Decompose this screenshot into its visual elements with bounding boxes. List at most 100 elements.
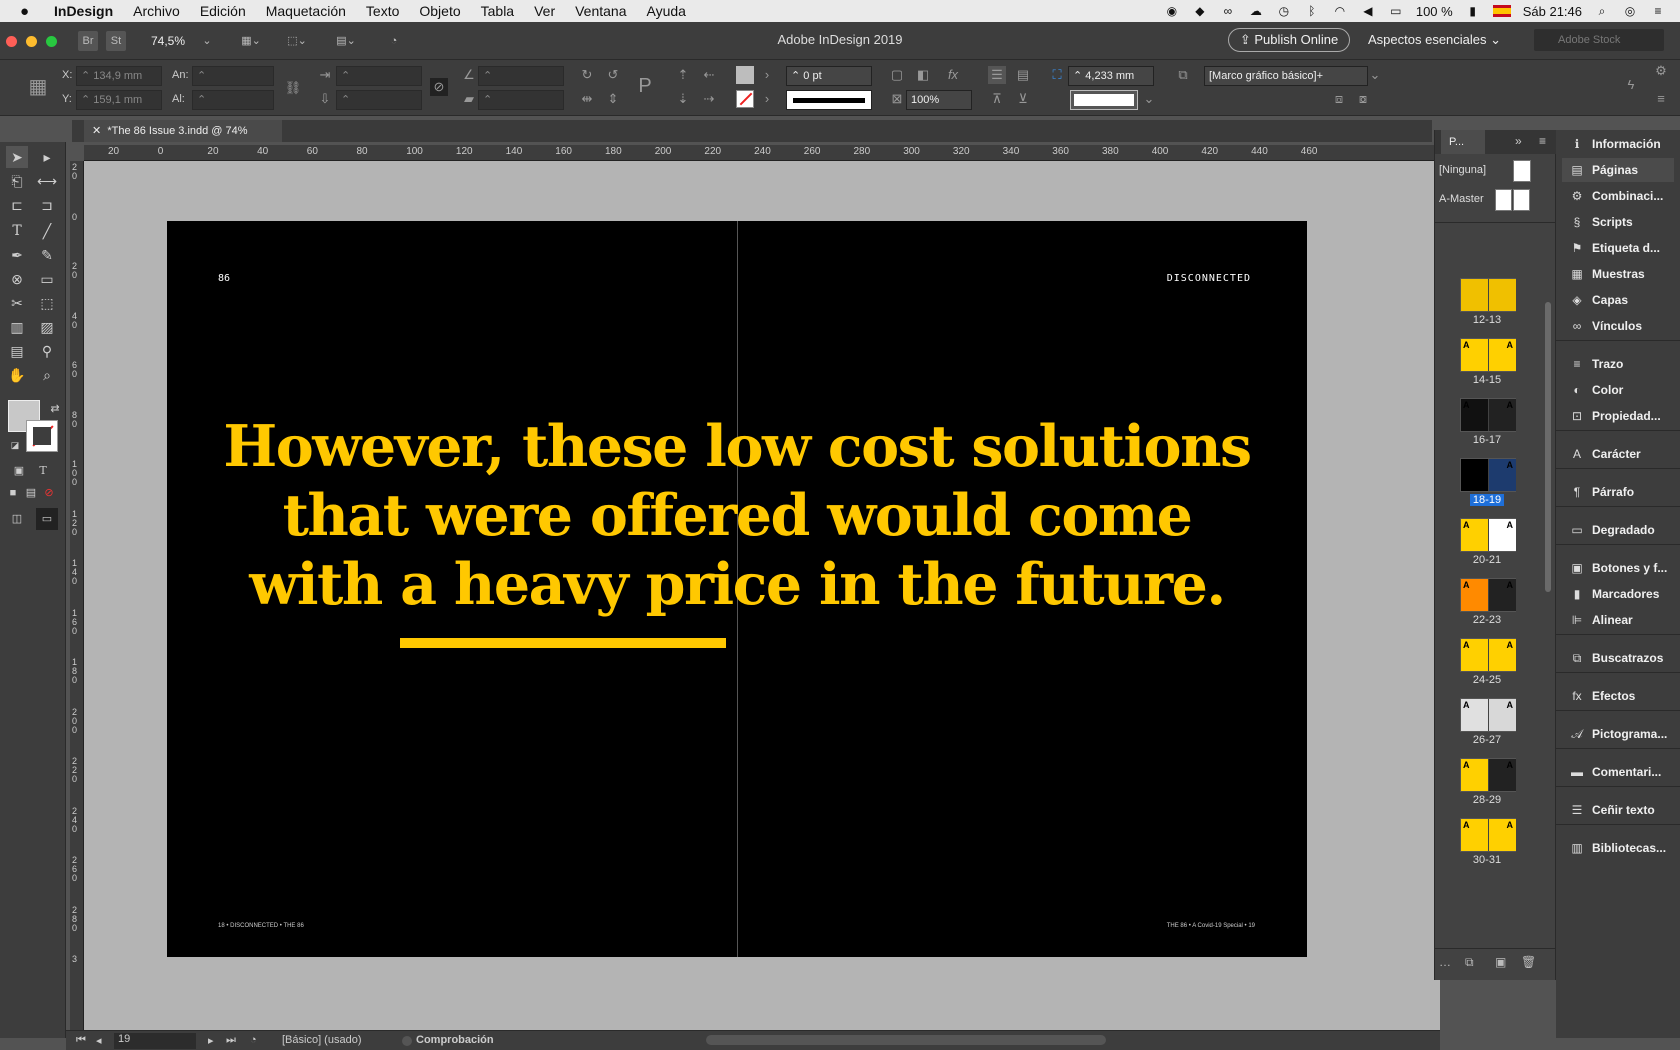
spread-thumbnail[interactable]: AA <box>1460 758 1516 792</box>
offset-field[interactable]: ⌃ 4,233 mm <box>1068 66 1154 86</box>
menu-texto[interactable]: Texto <box>366 3 399 19</box>
menu-archivo[interactable]: Archivo <box>133 3 180 19</box>
flip-vertical-icon[interactable]: ⇕ <box>604 90 622 108</box>
spread-thumbnail[interactable]: AA <box>1460 578 1516 612</box>
control-menu-icon[interactable]: ≡ <box>1652 90 1670 108</box>
spread-label[interactable]: 30-31 <box>1435 854 1539 866</box>
path-direction-icon[interactable]: P <box>632 72 658 100</box>
dock-item-merge[interactable]: ⚙ Combinaci... <box>1562 184 1674 208</box>
object-style-select[interactable]: [Marco gráfico básico]+ <box>1204 66 1368 86</box>
pen-tool-icon[interactable]: ✒ <box>6 244 28 266</box>
menu-ayuda[interactable]: Ayuda <box>647 3 686 19</box>
panel-menu-icon[interactable]: ≡ <box>1539 134 1546 148</box>
selection-tool-icon[interactable]: ➤ <box>6 146 28 168</box>
reference-point-icon[interactable]: ▦ <box>24 68 52 106</box>
language-flag-icon[interactable] <box>1492 5 1511 17</box>
dock-item-paragraph[interactable]: ¶ Párrafo <box>1562 480 1674 504</box>
dock-item-tags[interactable]: ⚑ Etiqueta d... <box>1562 236 1674 260</box>
clear-overrides-icon[interactable]: ⧇ <box>1354 90 1372 108</box>
master-status[interactable]: [Básico] (usado) <box>282 1034 361 1046</box>
spread-label[interactable]: 20-21 <box>1435 554 1539 566</box>
drop-shadow-icon[interactable]: ▢ <box>888 66 906 84</box>
airplay-icon[interactable]: ▭ <box>1388 4 1404 18</box>
opacity-field[interactable]: 100% <box>906 90 972 110</box>
preflight-label[interactable]: Comprobación <box>416 1034 494 1046</box>
dock-item-buttons[interactable]: ▣ Botones y f... <box>1562 556 1674 580</box>
dock-item-effects[interactable]: fx Efectos <box>1562 684 1674 708</box>
flip-horizontal-icon[interactable]: ⇹ <box>578 90 596 108</box>
align-top-icon[interactable]: ⊼ <box>988 90 1006 108</box>
spread-thumbnail[interactable]: AA <box>1460 818 1516 852</box>
next-page-icon[interactable]: ▸ <box>208 1034 214 1047</box>
fill-menu-icon[interactable]: › <box>758 66 776 84</box>
last-page-icon[interactable]: ⏭ <box>226 1034 236 1047</box>
pages-panel-tab[interactable]: P... <box>1441 130 1485 154</box>
swap-colors-icon[interactable]: ⇄ <box>44 398 66 420</box>
fx-effects-icon[interactable]: fx <box>944 66 962 84</box>
previous-page-icon[interactable]: ◂ <box>96 1034 102 1047</box>
horizontal-ruler[interactable]: 20 0 20 40 60 80 100 120 140 160 180 200 220 240 260 28… <box>84 145 1440 161</box>
line-tool-icon[interactable]: ╱ <box>36 220 58 242</box>
apple-menu-icon[interactable]: ● <box>20 3 54 20</box>
quick-apply-icon[interactable]: ϟ <box>1622 76 1640 94</box>
rotate-cw-icon[interactable]: ↻ <box>578 66 596 84</box>
zoom-tool-icon[interactable]: ⌕ <box>36 364 58 386</box>
fitting-options-icon[interactable]: ⧈ <box>1330 90 1348 108</box>
spotlight-search-icon[interactable]: ⌕ <box>1594 4 1610 18</box>
menu-ventana[interactable]: Ventana <box>575 3 626 19</box>
menu-tabla[interactable]: Tabla <box>481 3 514 19</box>
gpu-performance-icon[interactable]: ◔ <box>384 31 404 51</box>
ellipse-frame-tool-icon[interactable]: ⊗ <box>6 268 28 290</box>
dock-item-glyphs[interactable]: 𝒜 Pictograma... <box>1562 722 1674 746</box>
dock-item-align[interactable]: ⊫ Alinear <box>1562 608 1674 632</box>
first-page-icon[interactable]: ⏮ <box>76 1034 86 1047</box>
pencil-tool-icon[interactable]: ✎ <box>36 244 58 266</box>
scissors-tool-icon[interactable]: ✂ <box>6 292 28 314</box>
dock-item-pathfinder[interactable]: ⧉ Buscatrazos <box>1562 646 1674 670</box>
spread-thumbnail[interactable] <box>1460 278 1516 312</box>
vertical-ruler[interactable]: 2 0 0 2 0 4 0 6 0 8 0 1 0 0 1 2 0 1 4 0 1 6 0 1 8 … <box>70 161 84 1038</box>
pages-scrollbar[interactable] <box>1545 302 1551 592</box>
select-content-icon[interactable]: ⇣ <box>674 90 692 108</box>
height-field[interactable]: ⌃ <box>192 90 274 110</box>
page-number-field[interactable]: 19 <box>114 1033 196 1049</box>
document-tab[interactable]: ✕ *The 86 Issue 3.indd @ 74% <box>84 120 282 142</box>
master-none[interactable]: [Ninguna] <box>1439 164 1486 176</box>
time-machine-icon[interactable]: ◷ <box>1276 4 1292 18</box>
width-field[interactable]: ⌃ <box>192 66 274 86</box>
dock-item-libraries[interactable]: ▥ Bibliotecas... <box>1562 836 1674 860</box>
direct-selection-tool-icon[interactable]: ▸ <box>36 146 58 168</box>
dock-item-stroke[interactable]: ≡ Trazo <box>1562 352 1674 376</box>
edit-page-size-icon[interactable]: ⧉ <box>1465 955 1474 970</box>
dock-item-properties[interactable]: ⊡ Propiedad... <box>1562 404 1674 428</box>
select-previous-icon[interactable]: ⇠ <box>700 66 718 84</box>
dock-item-pages[interactable]: ▤ Páginas <box>1562 158 1674 182</box>
dock-item-character[interactable]: A Carácter <box>1562 442 1674 466</box>
menu-objeto[interactable]: Objeto <box>419 3 460 19</box>
gradient-feather-tool-icon[interactable]: ▨ <box>36 316 58 338</box>
master-a[interactable]: A-Master <box>1439 193 1484 205</box>
spread-label[interactable]: 12-13 <box>1435 314 1539 326</box>
object-style-dropdown-icon[interactable]: ⌄ <box>1366 66 1384 84</box>
spread-label[interactable]: 24-25 <box>1435 674 1539 686</box>
collapse-panel-icon[interactable]: » <box>1515 134 1522 148</box>
object-style-icon[interactable]: ⧉ <box>1174 66 1192 84</box>
formatting-text-icon[interactable]: T <box>32 460 54 482</box>
notification-center-icon[interactable]: ≡ <box>1650 4 1666 18</box>
shear-angle-icon[interactable]: ▰ <box>460 90 478 108</box>
stock-button[interactable]: St <box>106 31 126 51</box>
screen-mode-icon[interactable]: ▦⌄ <box>236 31 266 51</box>
pull-quote[interactable]: However, these low cost solutions that w… <box>222 412 1252 619</box>
dock-item-comments[interactable]: ▬ Comentari... <box>1562 760 1674 784</box>
auto-fit-icon[interactable]: ⛶ <box>1048 66 1066 84</box>
dropbox-icon[interactable]: ◆ <box>1192 4 1208 18</box>
horizontal-scrollbar[interactable] <box>706 1035 1106 1045</box>
publish-online-button[interactable]: ⇪ Publish Online <box>1228 28 1350 52</box>
align-bottom-icon[interactable]: ⊻ <box>1014 90 1032 108</box>
page-spread[interactable]: 86 DISCONNECTED However, these low cost … <box>167 221 1307 957</box>
content-placer-icon[interactable]: ⊐ <box>36 194 58 216</box>
volume-icon[interactable]: ◀ <box>1360 4 1376 18</box>
master-a-left-thumb[interactable] <box>1495 189 1512 211</box>
workspace-switcher[interactable]: Aspectos esenciales ⌄ <box>1368 32 1501 48</box>
menu-maquetacion[interactable]: Maquetación <box>266 3 346 19</box>
